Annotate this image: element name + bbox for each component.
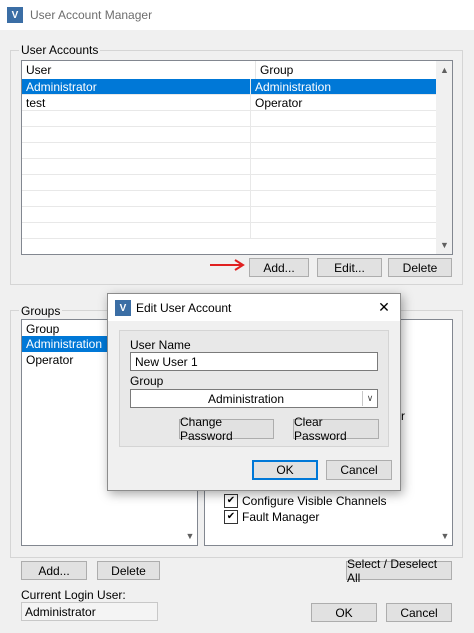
table-row [22,159,452,175]
current-login-field: Administrator [21,602,158,621]
delete-group-button[interactable]: Delete [97,561,160,580]
edit-user-dialog: V Edit User Account ✕ User Name New User… [107,293,401,491]
user-cell: Administrator [22,79,251,95]
user-accounts-table[interactable]: User Group Administrator Administration … [21,60,453,255]
user-name-input[interactable]: New User 1 [130,352,378,371]
dialog-ok-button[interactable]: OK [252,460,318,480]
group-label: Group [130,374,164,388]
add-user-button[interactable]: Add... [249,258,309,277]
vertical-scrollbar[interactable]: ▲ ▼ [436,61,452,254]
table-row [22,223,452,239]
clear-password-button[interactable]: Clear Password [293,415,379,443]
list-item[interactable]: Operator [26,352,73,368]
scroll-up-icon[interactable]: ▲ [436,63,452,77]
table-row [22,127,452,143]
table-row [22,143,452,159]
user-cell: test [22,95,251,111]
permission-label: Configure Visible Channels [242,494,387,508]
scroll-down-icon[interactable]: ▼ [436,238,452,252]
partial-permission-text: r [401,409,405,423]
table-row [22,175,452,191]
table-row[interactable]: Administrator Administration [22,79,452,95]
table-header: User Group [22,61,452,80]
app-logo-icon: V [7,7,23,23]
group-select-value: Administration [207,391,285,406]
column-header-group[interactable]: Group [256,61,447,80]
user-accounts-legend: User Accounts [19,43,101,57]
dialog-form-panel: User Name New User 1 Group Administratio… [119,330,389,447]
permission-item[interactable]: ✔ Fault Manager [224,510,319,524]
window-title: User Account Manager [30,8,153,22]
user-name-label: User Name [130,338,191,352]
groups-legend: Groups [19,304,63,318]
table-row [22,191,452,207]
dialog-cancel-button[interactable]: Cancel [326,460,392,480]
change-password-button[interactable]: Change Password [179,415,274,443]
title-bar: V User Account Manager [0,0,474,30]
permission-label: Fault Manager [242,510,320,524]
group-cell: Operator [251,95,437,111]
table-row [22,207,452,223]
edit-user-button[interactable]: Edit... [317,258,382,277]
select-deselect-all-button[interactable]: Select / Deselect All [346,557,452,585]
table-row [22,111,452,127]
app-logo-icon: V [115,300,131,316]
permission-item[interactable]: ✔ Configure Visible Channels [224,494,387,508]
scroll-down-icon[interactable]: ▼ [438,529,452,543]
group-cell: Administration [251,79,437,95]
chevron-down-icon[interactable]: ∨ [362,391,377,406]
ok-button[interactable]: OK [311,603,377,622]
dialog-title: Edit User Account [136,301,232,315]
delete-user-button[interactable]: Delete [388,258,452,277]
current-login-label: Current Login User: [21,588,126,602]
red-arrow-icon [210,259,245,271]
add-group-button[interactable]: Add... [21,561,87,580]
checkbox-checked-icon[interactable]: ✔ [224,510,238,524]
checkbox-checked-icon[interactable]: ✔ [224,494,238,508]
groups-list-header: Group [26,322,60,336]
scroll-down-icon[interactable]: ▼ [183,529,197,543]
dialog-title-bar: V Edit User Account ✕ [108,294,400,321]
cancel-button[interactable]: Cancel [386,603,452,622]
column-header-user[interactable]: User [22,61,256,80]
group-select[interactable]: Administration ∨ [130,389,378,408]
table-row[interactable]: test Operator [22,95,452,111]
close-icon[interactable]: ✕ [374,298,394,316]
